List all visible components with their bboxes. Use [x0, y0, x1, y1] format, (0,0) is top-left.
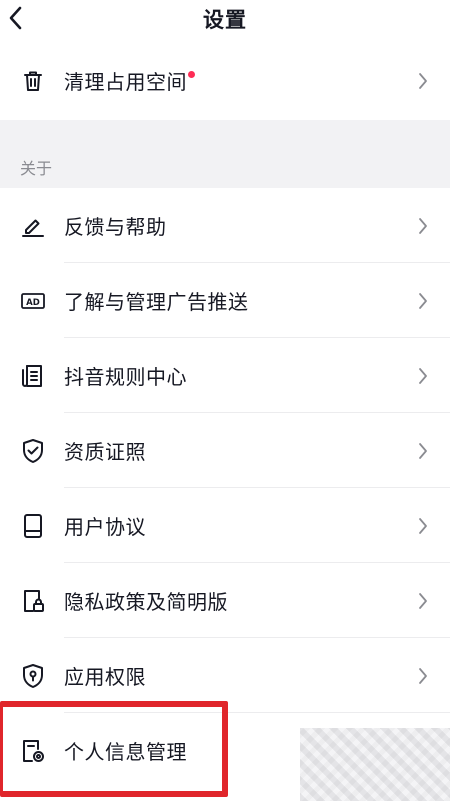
chevron-right-icon	[419, 72, 427, 89]
storage-card: 清理占用空间	[0, 40, 450, 120]
settings-item-label: 反馈与帮助	[64, 214, 167, 239]
highlight-annotation-box	[0, 701, 228, 797]
settings-item-privacy-policy[interactable]: 隐私政策及简明版	[0, 563, 450, 638]
ad-icon: AD	[20, 288, 46, 314]
chevron-right-icon	[419, 517, 427, 534]
trash-icon	[20, 68, 46, 94]
shield-location-icon	[20, 663, 46, 689]
settings-item-ad-management[interactable]: AD 了解与管理广告推送	[0, 263, 450, 338]
settings-item-label: 了解与管理广告推送	[64, 289, 249, 314]
shield-check-icon	[20, 438, 46, 464]
section-header-about: 关于	[20, 159, 53, 178]
book-icon	[20, 513, 46, 539]
chevron-right-icon	[419, 217, 427, 234]
pencil-icon	[20, 213, 46, 239]
navigation-bar: 设置	[0, 0, 450, 40]
settings-item-qualifications[interactable]: 资质证照	[0, 413, 450, 488]
chevron-right-icon	[419, 667, 427, 684]
pixelated-overlay	[300, 728, 450, 801]
page-title: 设置	[203, 8, 247, 32]
chevron-right-icon	[419, 442, 427, 459]
settings-item-feedback-help[interactable]: 反馈与帮助	[0, 188, 450, 263]
settings-item-label: 抖音规则中心	[64, 364, 187, 389]
settings-item-label: 隐私政策及简明版	[64, 589, 228, 614]
document-list-icon	[20, 363, 46, 389]
settings-item-rules-center[interactable]: 抖音规则中心	[0, 338, 450, 413]
settings-item-user-agreement[interactable]: 用户协议	[0, 488, 450, 563]
chevron-right-icon	[419, 592, 427, 609]
settings-item-label: 应用权限	[64, 664, 146, 689]
settings-item-clear-storage[interactable]: 清理占用空间	[0, 43, 450, 118]
notification-badge-dot	[188, 71, 195, 78]
svg-text:AD: AD	[26, 298, 40, 308]
settings-item-label: 用户协议	[64, 514, 146, 539]
chevron-right-icon	[419, 367, 427, 384]
chevron-right-icon	[419, 292, 427, 309]
settings-item-label: 清理占用空间	[64, 69, 187, 94]
doc-lock-icon	[20, 588, 46, 614]
settings-item-label: 资质证照	[64, 439, 146, 464]
